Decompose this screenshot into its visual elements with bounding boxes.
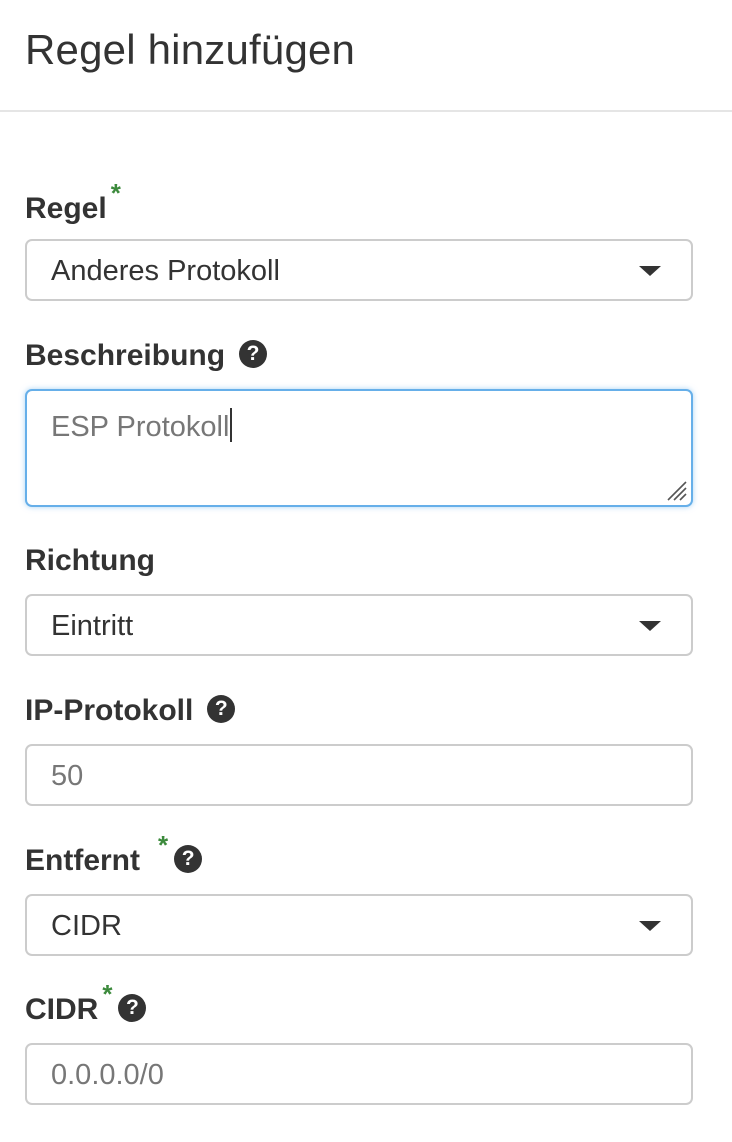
description-value: ESP Protokoll bbox=[51, 408, 233, 445]
description-label: Beschreibung? bbox=[25, 338, 268, 374]
rule-label: Regel * bbox=[25, 178, 121, 227]
required-marker: * bbox=[158, 830, 169, 860]
ip-protocol-label-text: IP-Protokoll bbox=[25, 694, 194, 727]
caret-down-icon bbox=[639, 921, 661, 931]
direction-select[interactable]: Eintritt bbox=[25, 594, 693, 656]
cidr-label-text: CIDR bbox=[25, 993, 99, 1026]
rule-select-value: Anderes Protokoll bbox=[51, 255, 280, 287]
caret-down-icon bbox=[639, 621, 661, 631]
rule-select[interactable]: Anderes Protokoll bbox=[25, 239, 693, 301]
rule-label-text: Regel bbox=[25, 192, 107, 225]
resize-handle-icon[interactable] bbox=[665, 479, 687, 501]
modal-header: Regel hinzufügen bbox=[0, 0, 732, 112]
caret-down-icon bbox=[639, 266, 661, 276]
ip-protocol-placeholder: 50 bbox=[51, 760, 84, 792]
question-circle-icon[interactable]: ? bbox=[239, 340, 268, 369]
description-textarea[interactable]: ESP Protokoll bbox=[25, 389, 693, 507]
required-marker: * bbox=[102, 979, 113, 1009]
direction-label: Richtung bbox=[25, 543, 155, 579]
cidr-placeholder: 0.0.0.0/0 bbox=[51, 1059, 164, 1091]
cidr-label: CIDR *? bbox=[25, 979, 147, 1028]
question-circle-icon[interactable]: ? bbox=[118, 994, 147, 1023]
remote-label: Entfernt *? bbox=[25, 830, 203, 879]
direction-select-value: Eintritt bbox=[51, 610, 134, 642]
required-marker: * bbox=[110, 178, 121, 208]
modal-title: Regel hinzufügen bbox=[25, 26, 356, 73]
question-circle-icon[interactable]: ? bbox=[207, 695, 236, 724]
add-rule-modal: Regel hinzufügen Regel * Anderes Protokol… bbox=[0, 0, 732, 1142]
ip-protocol-input[interactable]: 50 bbox=[25, 744, 693, 806]
ip-protocol-label: IP-Protokoll? bbox=[25, 693, 236, 729]
remote-select[interactable]: CIDR bbox=[25, 894, 693, 956]
description-text: ESP Protokoll bbox=[51, 411, 230, 443]
text-cursor bbox=[230, 408, 233, 443]
cidr-input[interactable]: 0.0.0.0/0 bbox=[25, 1043, 693, 1105]
direction-label-text: Richtung bbox=[25, 544, 155, 577]
remote-label-text: Entfernt bbox=[25, 844, 140, 877]
question-circle-icon[interactable]: ? bbox=[174, 845, 203, 874]
description-label-text: Beschreibung bbox=[25, 339, 226, 372]
remote-select-value: CIDR bbox=[51, 910, 122, 942]
